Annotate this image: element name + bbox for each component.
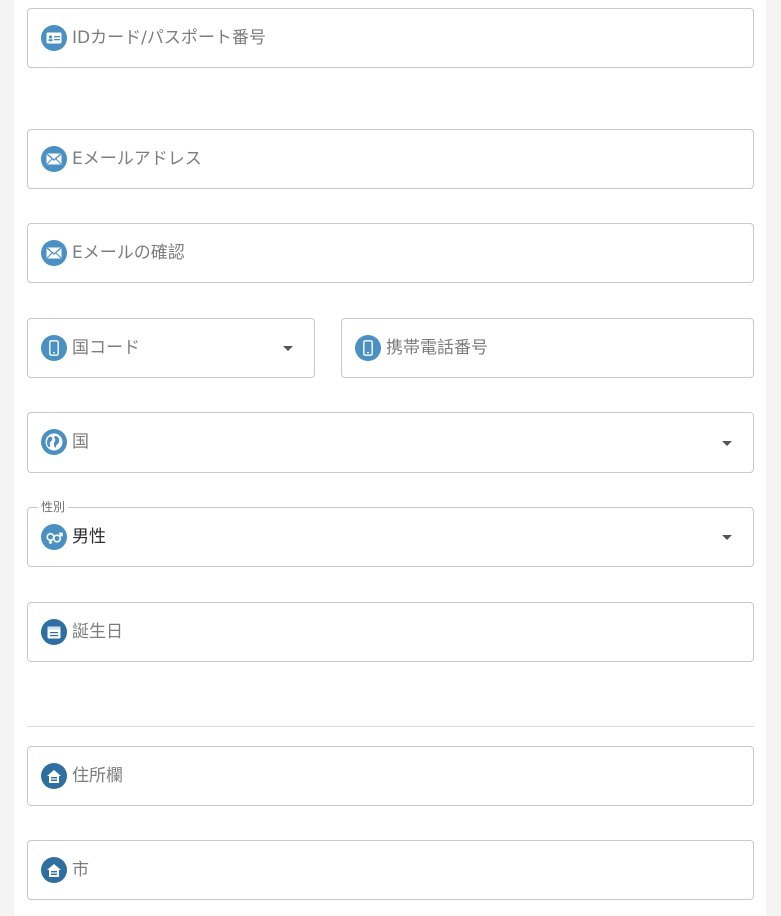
chevron-down-icon [722, 441, 732, 446]
id-number-field[interactable]: IDカード/パスポート番号 [27, 8, 754, 68]
city-field[interactable]: 市 [27, 840, 754, 900]
home-icon [41, 763, 67, 789]
gender-value: 男性 [72, 527, 106, 547]
gender-select[interactable]: 性別 男性 [27, 500, 754, 567]
email-field[interactable]: Eメールアドレス [27, 129, 754, 189]
id-card-icon [41, 25, 67, 51]
address-field[interactable]: 住所欄 [27, 746, 754, 806]
email-confirm-field[interactable]: Eメールの確認 [27, 223, 754, 283]
address-placeholder: 住所欄 [72, 766, 123, 786]
gender-icon [41, 524, 67, 550]
chevron-down-icon [283, 346, 293, 351]
email-confirm-placeholder: Eメールの確認 [72, 243, 185, 263]
envelope-icon [41, 240, 67, 266]
home-icon [41, 857, 67, 883]
email-placeholder: Eメールアドレス [72, 149, 202, 169]
gender-legend: 性別 [38, 500, 69, 514]
envelope-icon [41, 146, 67, 172]
chevron-down-icon [722, 535, 732, 540]
birthday-field[interactable]: 誕生日 [27, 602, 754, 662]
birthday-placeholder: 誕生日 [72, 622, 123, 642]
id-number-placeholder: IDカード/パスポート番号 [72, 28, 266, 48]
section-divider [27, 726, 754, 727]
mobile-number-placeholder: 携帯電話番号 [386, 338, 488, 358]
calendar-icon [41, 619, 67, 645]
country-placeholder: 国 [72, 432, 89, 452]
country-code-placeholder: 国コード [72, 338, 140, 358]
city-placeholder: 市 [72, 860, 89, 880]
country-code-select[interactable]: 国コード [27, 318, 315, 378]
globe-icon [41, 429, 67, 455]
mobile-number-field[interactable]: 携帯電話番号 [341, 318, 754, 378]
smartphone-icon [41, 335, 67, 361]
country-select[interactable]: 国 [27, 412, 754, 473]
smartphone-icon [355, 335, 381, 361]
